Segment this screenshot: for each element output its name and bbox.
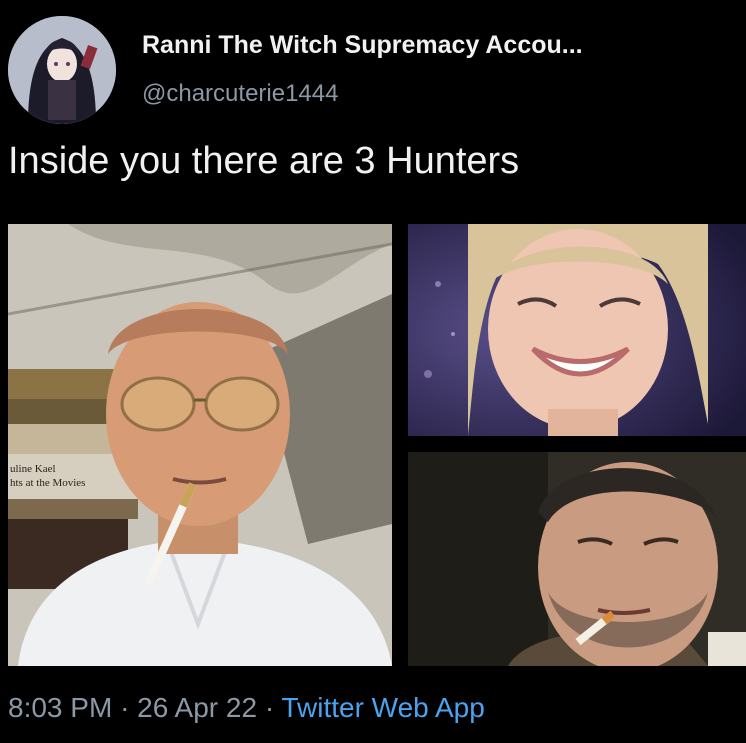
photo-man-with-cigarette[interactable] <box>408 452 746 666</box>
meta-separator-1: · <box>120 692 130 723</box>
photo-smiling-woman[interactable] <box>408 224 746 436</box>
meta-separator-2: · <box>264 692 275 723</box>
tweet-text: Inside you there are 3 Hunters <box>8 140 520 182</box>
photo-man-with-glasses[interactable]: uline Kael hts at the Movies <box>8 224 392 666</box>
tweet-date[interactable]: 26 Apr 22 <box>137 692 257 723</box>
tweet-source-link[interactable]: Twitter Web App <box>281 692 484 723</box>
tweet-media-grid: uline Kael hts at the Movies <box>8 224 746 668</box>
tweet-time[interactable]: 8:03 PM <box>8 692 112 723</box>
tweet-meta: 8:03 PM · 26 Apr 22 · Twitter Web App <box>8 692 485 724</box>
book-spine-text-1: uline Kael <box>10 463 56 475</box>
book-spine-text-2: hts at the Movies <box>10 477 85 489</box>
profile-avatar[interactable] <box>8 16 116 124</box>
avatar-illustration <box>8 16 116 124</box>
display-name[interactable]: Ranni The Witch Supremacy Accou... <box>142 31 583 60</box>
user-handle[interactable]: @charcuterie1444 <box>142 80 338 108</box>
